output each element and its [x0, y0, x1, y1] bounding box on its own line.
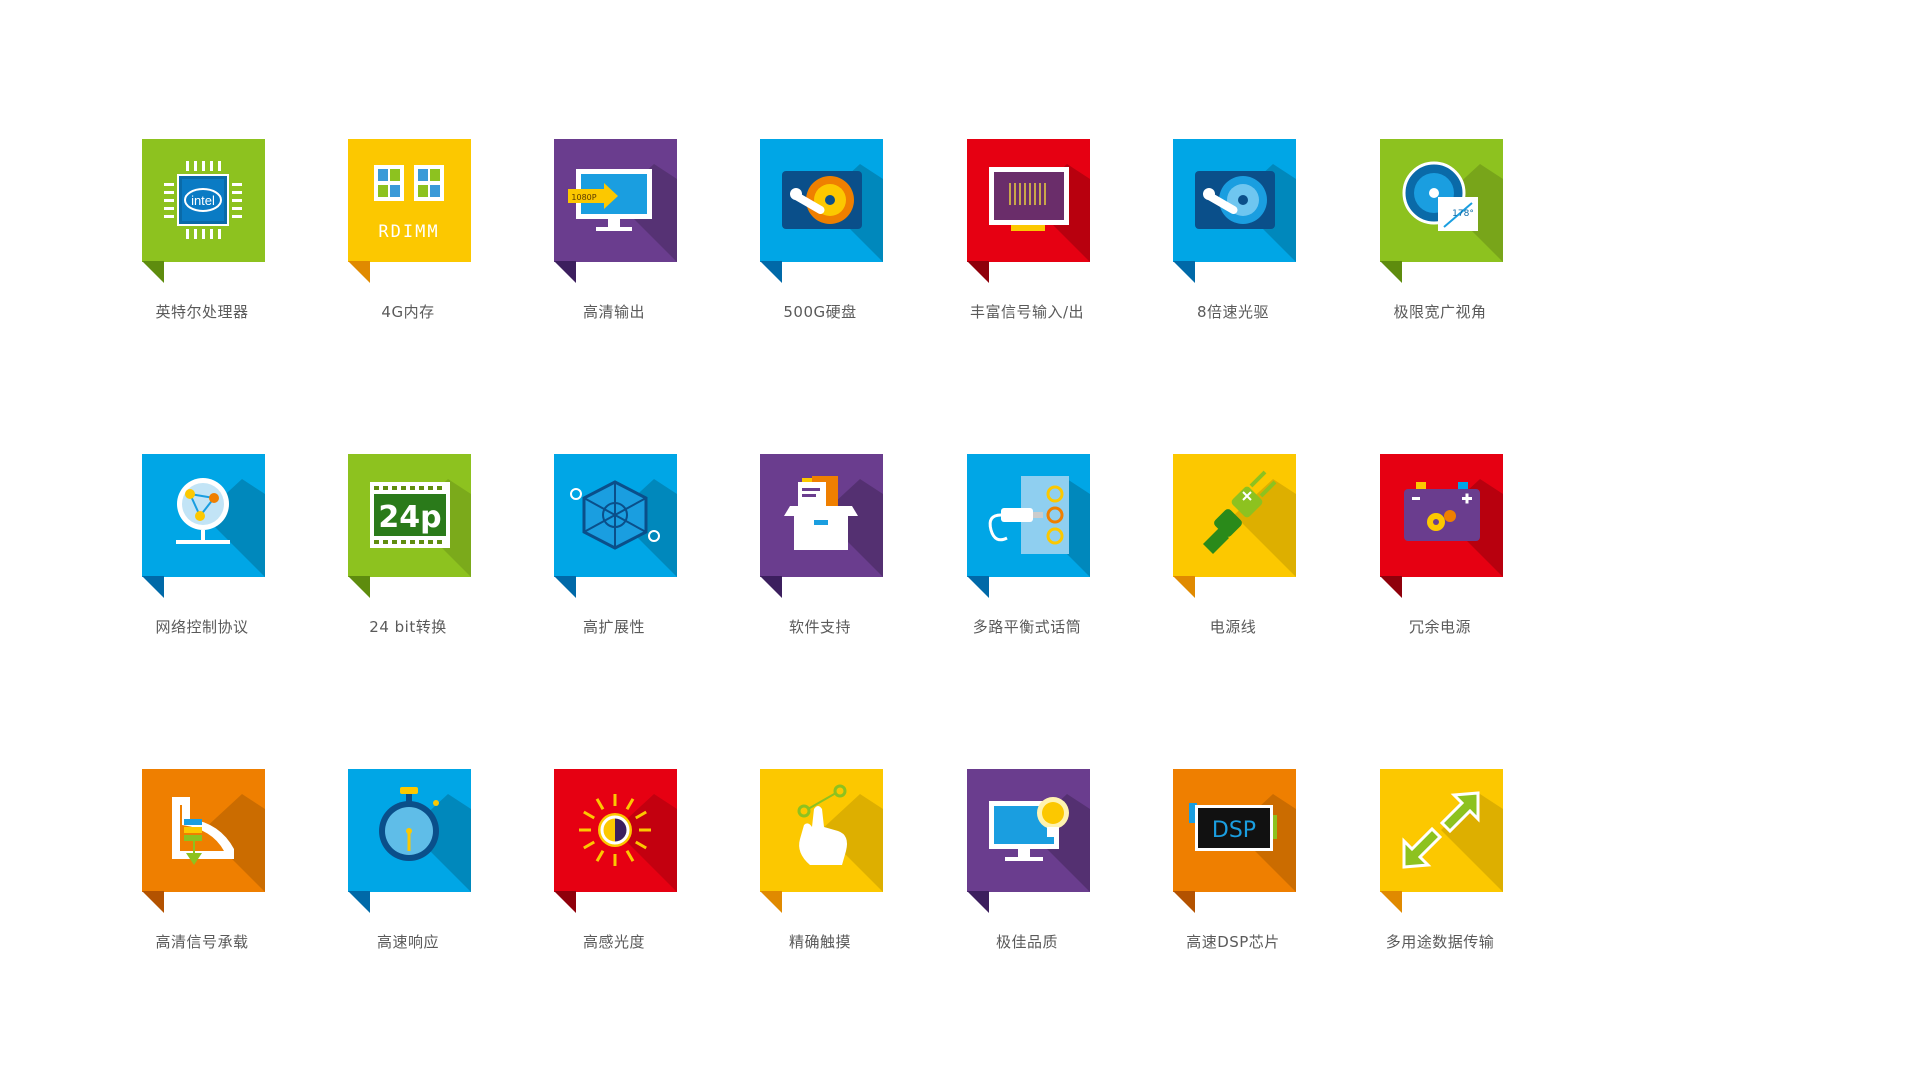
network-cube-icon	[554, 454, 677, 577]
feature-tile: 高感光度	[509, 769, 709, 951]
feature-tile: 500G硬盘	[715, 139, 915, 321]
feature-label: 24 bit转换	[369, 618, 447, 636]
feature-label: 极佳品质	[995, 933, 1058, 951]
feature-tile: RDIMM 4G内存	[303, 139, 503, 321]
badge-tab	[554, 261, 576, 283]
feature-label: 多路平衡式话筒	[972, 618, 1082, 636]
feature-label: 高速DSP芯片	[1186, 933, 1280, 951]
power-plug-icon	[1173, 454, 1296, 577]
svg-text:DSP: DSP	[1212, 818, 1256, 843]
feature-tile: 冗余电源	[1335, 454, 1535, 636]
badge-tab	[967, 891, 989, 913]
hard-disk-icon	[760, 139, 883, 262]
feature-tile: 软件支持	[715, 454, 915, 636]
dsp-chip-icon: DSP	[1173, 769, 1296, 892]
monitor-bulb-icon	[967, 769, 1090, 892]
transfer-arrows-icon	[1380, 769, 1503, 892]
badge-tab	[1380, 891, 1402, 913]
feature-label: 4G内存	[381, 303, 435, 321]
badge-tab	[142, 891, 164, 913]
feature-tile: 高速响应	[303, 769, 503, 951]
feature-tile: intel 英特尔处理器	[97, 139, 297, 321]
feature-label: 高清信号承载	[155, 933, 249, 951]
badge-tab	[348, 261, 370, 283]
badge-tab	[142, 261, 164, 283]
badge-tab	[760, 576, 782, 598]
svg-text:178°: 178°	[1452, 209, 1474, 219]
badge-tab	[554, 576, 576, 598]
cpu-icon: intel	[142, 139, 265, 262]
badge-tab	[760, 261, 782, 283]
badge-tab	[967, 261, 989, 283]
feature-label: 极限宽广视角	[1393, 303, 1487, 321]
feature-tile: 网络控制协议	[97, 454, 297, 636]
signal-carry-icon	[142, 769, 265, 892]
memory-icon: RDIMM	[348, 139, 471, 262]
software-box-icon	[760, 454, 883, 577]
feature-label: 精确触摸	[788, 933, 851, 951]
feature-tile: DSP 高速DSP芯片	[1128, 769, 1328, 951]
feature-tile: 多路平衡式话筒	[922, 454, 1122, 636]
badge-tab	[760, 891, 782, 913]
feature-label: 8倍速光驱	[1196, 303, 1270, 321]
feature-tile: 24p 24 bit转换	[303, 454, 503, 636]
sun-icon	[554, 769, 677, 892]
feature-label: 高扩展性	[582, 618, 645, 636]
feature-label: 高感光度	[582, 933, 645, 951]
feature-tile: 高清信号承载	[97, 769, 297, 951]
badge-tab	[967, 576, 989, 598]
film-24p-icon: 24p	[348, 454, 471, 577]
badge-tab	[1173, 891, 1195, 913]
badge-tab	[142, 576, 164, 598]
viewing-angle-icon: 178°	[1380, 139, 1503, 262]
microphone-jack-icon	[967, 454, 1090, 577]
feature-tile: 丰富信号输入/出	[922, 139, 1122, 321]
badge-tab	[554, 891, 576, 913]
badge-tab	[1173, 261, 1195, 283]
battery-icon	[1380, 454, 1503, 577]
svg-text:24p: 24p	[378, 500, 441, 535]
feature-tile: 8倍速光驱	[1128, 139, 1328, 321]
monitor-output-icon: 1080P	[554, 139, 677, 262]
feature-label: 500G硬盘	[783, 303, 857, 321]
svg-text:1080P: 1080P	[571, 193, 596, 202]
feature-label: 英特尔处理器	[155, 303, 249, 321]
optical-drive-icon	[1173, 139, 1296, 262]
badge-tab	[1380, 261, 1402, 283]
feature-label: 高速响应	[376, 933, 439, 951]
stopwatch-icon	[348, 769, 471, 892]
feature-label: 软件支持	[788, 618, 851, 636]
feature-label: 丰富信号输入/出	[969, 303, 1085, 321]
feature-tile: 多用途数据传输	[1335, 769, 1535, 951]
feature-label: 冗余电源	[1408, 618, 1471, 636]
network-globe-icon	[142, 454, 265, 577]
feature-icon-grid: intel 英特尔处理器 RDIMM 4G内存 1080P 高清输出 500G硬盘 丰…	[0, 0, 1920, 1080]
feature-tile: 电源线	[1128, 454, 1328, 636]
badge-tab	[1173, 576, 1195, 598]
badge-tab	[1380, 576, 1402, 598]
feature-tile: 1080P 高清输出	[509, 139, 709, 321]
feature-label: 高清输出	[582, 303, 645, 321]
feature-tile: 极佳品质	[922, 769, 1122, 951]
badge-tab	[348, 891, 370, 913]
feature-tile: 高扩展性	[509, 454, 709, 636]
signal-board-icon	[967, 139, 1090, 262]
feature-label: 多用途数据传输	[1385, 933, 1495, 951]
svg-text:RDIMM: RDIMM	[378, 222, 439, 242]
feature-tile: 178° 极限宽广视角	[1335, 139, 1535, 321]
badge-tab	[348, 576, 370, 598]
feature-tile: 精确触摸	[715, 769, 915, 951]
feature-label: 电源线	[1209, 618, 1257, 636]
feature-label: 网络控制协议	[155, 618, 249, 636]
svg-text:intel: intel	[191, 193, 215, 208]
touch-hand-icon	[760, 769, 883, 892]
